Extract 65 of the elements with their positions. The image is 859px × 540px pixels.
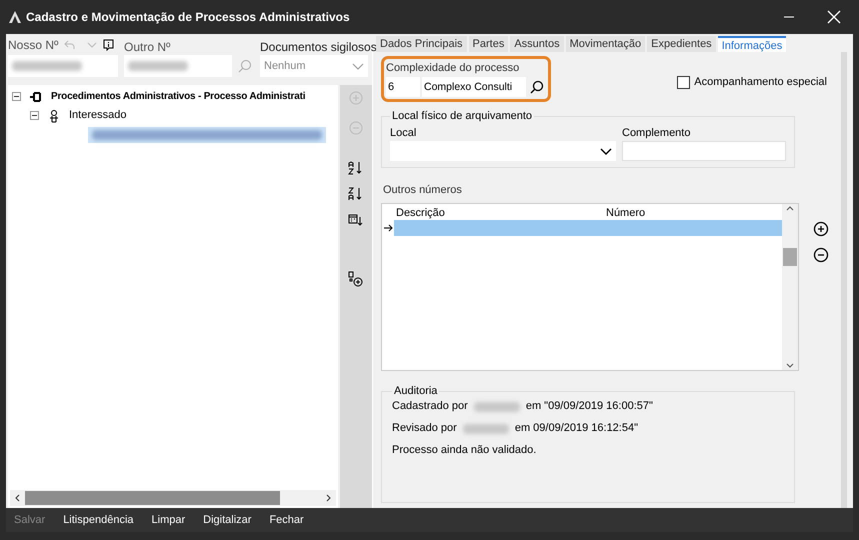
column-header[interactable]: Número [604,206,646,220]
sort-date-icon[interactable] [348,213,364,227]
tab[interactable]: Movimentação [566,36,646,52]
sort-descending-icon[interactable] [348,187,364,201]
sort-ascending-icon[interactable] [348,161,364,175]
redacted-text [12,61,82,71]
scroll-left-icon[interactable] [15,494,20,502]
scroll-thumb[interactable] [783,248,797,266]
remove-circle-icon[interactable] [813,246,829,262]
collapse-icon[interactable] [30,111,39,120]
tab[interactable]: Dados Principais [376,36,467,52]
tab[interactable]: Assuntos [510,36,564,52]
window-title: Cadastro e Movimentação de Processos Administrativos [26,9,350,26]
process-icon [29,90,43,104]
action-button[interactable]: Digitalizar [203,512,252,528]
add-circle-icon[interactable] [813,220,829,236]
search-icon[interactable] [530,80,544,94]
field-label: Local [390,126,418,140]
horizontal-scrollbar[interactable] [10,490,336,506]
tab[interactable]: Expedientes [647,36,716,52]
redacted-text [128,61,188,71]
chevron-down-icon [600,148,612,154]
redacted-text [474,402,520,412]
tree-item[interactable]: Interessado [69,107,126,124]
audit-text: Cadastrado por [392,399,468,414]
sigilosos-dropdown[interactable]: Nenhum [260,55,368,77]
group-title: Local físico de arquivamento [390,108,534,122]
complexidade-field[interactable]: Complexo Consulti [422,76,526,96]
app-logo-icon [8,10,22,24]
number-field[interactable] [8,55,118,77]
scroll-thumb[interactable] [25,491,280,505]
scroll-right-icon[interactable] [326,494,331,502]
checkbox-label: Acompanhamento especial [694,75,827,90]
vertical-scrollbar[interactable] [782,204,798,370]
info-icon[interactable] [103,39,114,51]
scroll-down-icon[interactable] [786,362,794,368]
tab[interactable]: Informações [718,36,786,52]
chevron-down-icon [352,62,364,70]
section-label: Outros números [383,183,463,198]
tree-item[interactable]: Procedimentos Administrativos - Processo Administrati [51,89,306,104]
column-header[interactable]: Descrição [394,206,604,220]
collapse-icon[interactable] [12,92,21,101]
field-label: Nosso Nº [8,37,58,54]
person-icon [47,108,61,122]
code-field[interactable]: 6 [386,76,420,96]
tab[interactable]: Partes [468,36,508,52]
scroll-up-icon[interactable] [786,206,794,210]
complemento-field[interactable] [622,141,786,161]
action-button[interactable]: Limpar [152,512,186,528]
action-button[interactable]: Fechar [269,512,304,528]
checkbox[interactable] [677,76,690,89]
number-field[interactable] [124,55,232,77]
action-button[interactable]: Litispendência [63,512,134,528]
field-label: Outro Nº [124,39,172,52]
audit-text: em "09/09/2019 16:00:57" [526,399,653,414]
audit-text: Revisado por [392,421,457,436]
audit-text: Processo ainda não validado. [392,443,536,458]
audit-text: em 09/09/2019 16:12:54" [514,421,638,436]
field-label: Complexidade do processo [386,61,520,76]
redacted-text [462,424,509,434]
add-item-icon[interactable] [348,271,364,287]
group-title: Auditoria [392,384,440,398]
field-label: Documentos sigilosos [260,39,377,52]
close-icon[interactable] [827,10,841,24]
field-label: Complemento [622,126,692,140]
